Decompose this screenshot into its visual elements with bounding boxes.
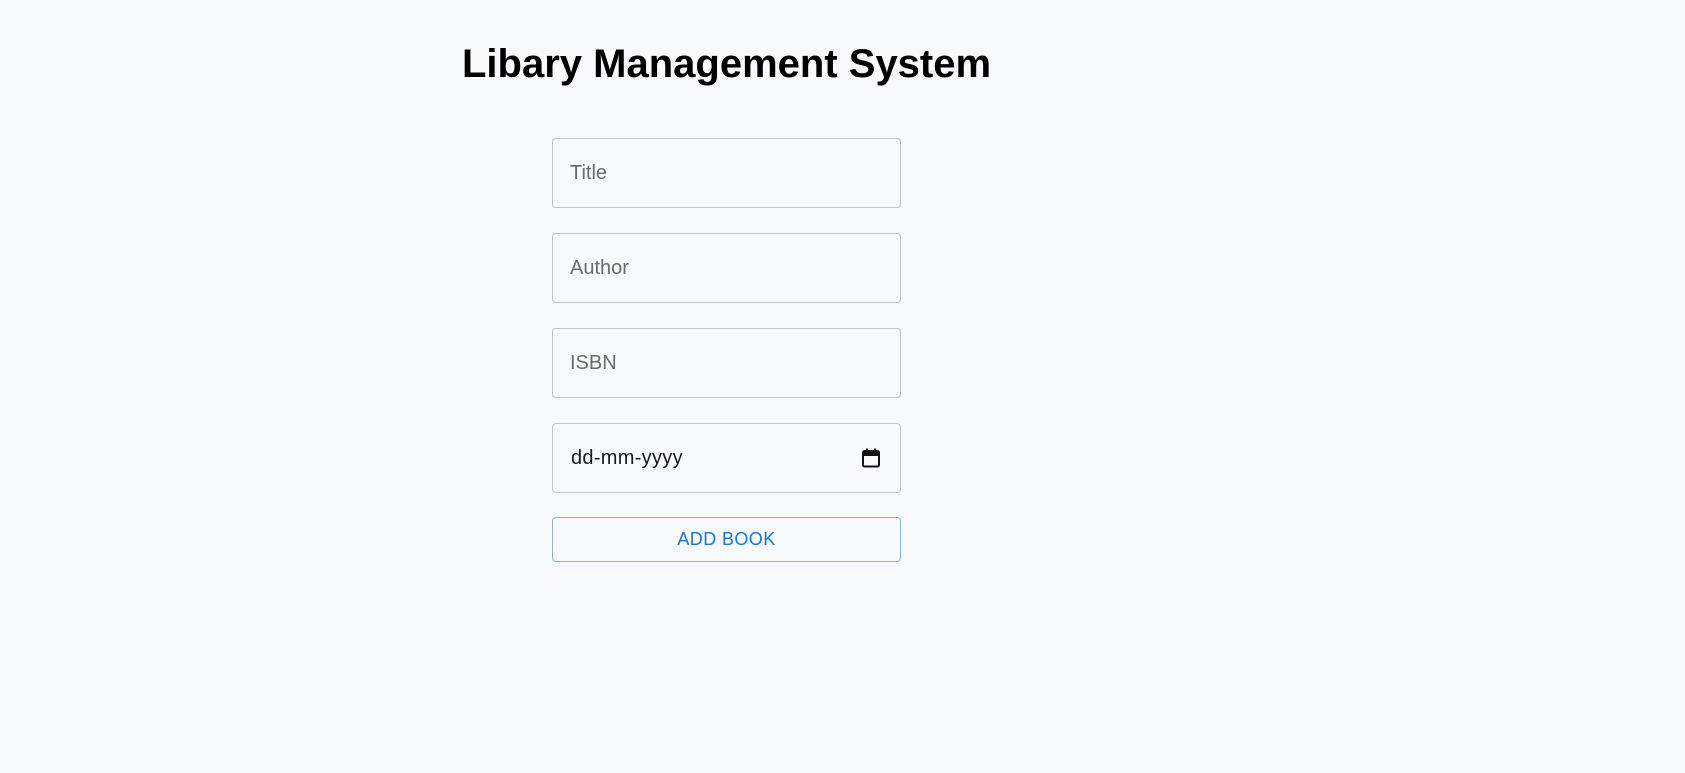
- page-title: Libary Management System: [462, 42, 992, 86]
- author-input[interactable]: [553, 234, 900, 302]
- author-field[interactable]: [552, 233, 901, 303]
- add-book-button[interactable]: ADD BOOK: [552, 517, 901, 562]
- title-input[interactable]: [553, 139, 900, 207]
- calendar-icon[interactable]: [862, 448, 880, 468]
- isbn-field[interactable]: [552, 328, 901, 398]
- date-field[interactable]: dd-mm-yyyy: [552, 423, 901, 493]
- isbn-input[interactable]: [553, 329, 900, 397]
- page: Libary Management System dd-mm-yyyy ADD …: [0, 0, 1685, 773]
- date-input[interactable]: dd-mm-yyyy: [553, 447, 900, 470]
- title-field[interactable]: [552, 138, 901, 208]
- add-book-form: dd-mm-yyyy ADD BOOK: [552, 138, 901, 562]
